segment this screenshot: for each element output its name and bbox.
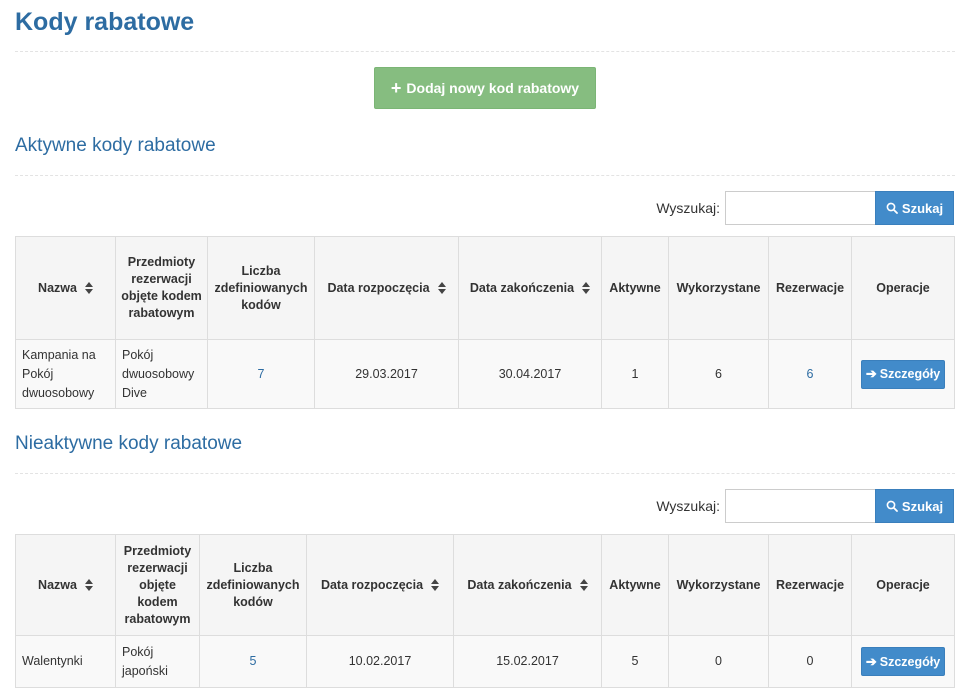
column-header-start[interactable]: Data rozpoczęcia xyxy=(306,534,454,636)
count-link[interactable]: 7 xyxy=(258,367,265,381)
column-header-start-label: Data rozpoczęcia xyxy=(320,577,424,592)
column-header-name-label: Nazwa xyxy=(38,577,77,592)
reservations-link[interactable]: 6 xyxy=(807,367,814,381)
column-header-end[interactable]: Data zakończenia xyxy=(458,236,602,340)
arrow-right-icon: ➔ xyxy=(865,366,877,381)
cell-operations: ➔ Szczegóły xyxy=(851,339,955,409)
cell-end: 15.02.2017 xyxy=(453,635,602,688)
column-header-end-label: Data zakończenia xyxy=(469,280,575,295)
cell-name: Walentynki xyxy=(15,635,116,688)
active-search-button[interactable]: Szukaj xyxy=(875,191,954,225)
sort-icon xyxy=(84,282,93,294)
cell-items: Pokój dwuosobowy Dive xyxy=(115,339,208,409)
sort-icon xyxy=(437,282,446,294)
column-header-items: Przedmioty rezerwacji objęte kodem rabat… xyxy=(115,236,208,340)
cell-used: 0 xyxy=(668,635,769,688)
details-button-label: Szczegóły xyxy=(879,367,941,381)
cell-end: 30.04.2017 xyxy=(458,339,602,409)
inactive-search-input[interactable] xyxy=(725,489,875,523)
active-search-row: Wyszukaj: Szukaj xyxy=(600,191,954,225)
cell-start: 29.03.2017 xyxy=(314,339,459,409)
plus-icon: + xyxy=(390,78,402,98)
inactive-codes-table: Nazwa Przedmioty rezerwacji objęte kodem… xyxy=(15,534,955,688)
column-header-name-label: Nazwa xyxy=(38,280,77,295)
active-search-input[interactable] xyxy=(725,191,875,225)
inactive-search-button[interactable]: Szukaj xyxy=(875,489,954,523)
cell-count: 7 xyxy=(207,339,315,409)
sort-icon xyxy=(431,579,440,591)
column-header-end-label: Data zakończenia xyxy=(467,577,572,592)
column-header-name[interactable]: Nazwa xyxy=(15,534,116,636)
cell-active: 5 xyxy=(601,635,669,688)
search-icon xyxy=(886,500,898,512)
column-header-active: Aktywne xyxy=(601,236,669,340)
add-button-label: Dodaj nowy kod rabatowy xyxy=(406,80,580,96)
page-title: Kody rabatowe xyxy=(15,8,195,36)
column-header-used: Wykorzystane xyxy=(668,236,769,340)
table-row: Kampania na Pokój dwuosobowy Pokój dwuos… xyxy=(15,339,955,409)
sort-icon xyxy=(582,282,591,294)
cell-count: 5 xyxy=(199,635,307,688)
column-header-items: Przedmioty rezerwacji objęte kodem rabat… xyxy=(115,534,200,636)
active-search-button-label: Szukaj xyxy=(901,200,944,216)
column-header-operations: Operacje xyxy=(851,534,955,636)
column-header-reservations: Rezerwacje xyxy=(768,236,852,340)
cell-operations: ➔ Szczegóły xyxy=(851,635,955,688)
table-row: Walentynki Pokój japoński 5 10.02.2017 1… xyxy=(15,635,955,688)
cell-reservations: 6 xyxy=(768,339,852,409)
details-button[interactable]: ➔ Szczegóły xyxy=(861,647,945,676)
column-header-name[interactable]: Nazwa xyxy=(15,236,116,340)
table-header-row: Nazwa Przedmioty rezerwacji objęte kodem… xyxy=(15,534,955,636)
inactive-section-divider xyxy=(15,473,955,474)
cell-active: 1 xyxy=(601,339,669,409)
details-button-label: Szczegóły xyxy=(879,654,941,669)
column-header-reservations: Rezerwacje xyxy=(768,534,852,636)
title-divider xyxy=(15,51,955,52)
add-discount-code-button[interactable]: + Dodaj nowy kod rabatowy xyxy=(374,67,596,109)
arrow-right-icon: ➔ xyxy=(865,653,877,669)
column-header-start[interactable]: Data rozpoczęcia xyxy=(314,236,459,340)
column-header-count: Liczba zdefiniowanych kodów xyxy=(207,236,315,340)
sort-icon xyxy=(579,579,588,591)
inactive-search-row: Wyszukaj: Szukaj xyxy=(600,489,954,523)
active-search-label: Wyszukaj: xyxy=(656,200,720,216)
cell-start: 10.02.2017 xyxy=(306,635,454,688)
column-header-operations: Operacje xyxy=(851,236,955,340)
column-header-active: Aktywne xyxy=(601,534,669,636)
column-header-used: Wykorzystane xyxy=(668,534,769,636)
details-button[interactable]: ➔ Szczegóły xyxy=(861,359,945,389)
inactive-section-title: Nieaktywne kody rabatowe xyxy=(15,433,243,454)
cell-name: Kampania na Pokój dwuosobowy xyxy=(15,339,116,409)
column-header-start-label: Data rozpoczęcia xyxy=(327,280,430,295)
active-codes-table: Nazwa Przedmioty rezerwacji objęte kodem… xyxy=(15,236,955,409)
inactive-search-label: Wyszukaj: xyxy=(656,498,720,514)
column-header-count: Liczba zdefiniowanych kodów xyxy=(199,534,307,636)
active-section-title: Aktywne kody rabatowe xyxy=(15,135,216,156)
active-section-divider xyxy=(15,175,955,176)
search-icon xyxy=(886,202,898,214)
cell-reservations: 0 xyxy=(768,635,852,688)
table-header-row: Nazwa Przedmioty rezerwacji objęte kodem… xyxy=(15,236,955,340)
cell-items: Pokój japoński xyxy=(115,635,200,688)
sort-icon xyxy=(84,579,93,591)
count-link[interactable]: 5 xyxy=(250,654,257,668)
inactive-search-button-label: Szukaj xyxy=(901,498,944,514)
cell-used: 6 xyxy=(668,339,769,409)
column-header-end[interactable]: Data zakończenia xyxy=(453,534,602,636)
